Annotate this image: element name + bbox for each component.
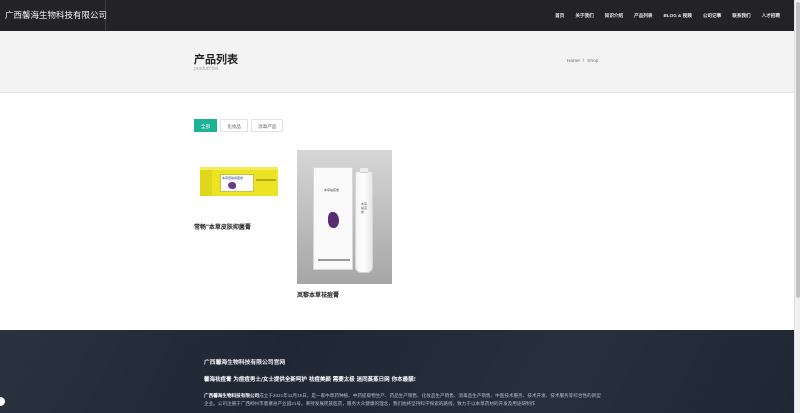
scrollbar-thumb[interactable] (796, 2, 800, 298)
nav-item-blog-video[interactable]: BLOG & 视频 (664, 13, 692, 19)
herb-illustration (228, 182, 236, 189)
filter-cosmetics[interactable]: 化妆品 (220, 119, 248, 132)
filter-disinfection[interactable]: 消毒产品 (251, 119, 284, 132)
product-box-label: 本草皮肤抑菌膏 (222, 176, 244, 180)
nav-item-home[interactable]: 首页 (555, 13, 564, 19)
nav-item-news[interactable]: 公司记事 (703, 13, 721, 19)
nav-item-about[interactable]: 关于我们 (575, 13, 593, 19)
top-navigation-bar: 广西馨海生物科技有限公司 首页 关于我们 知识介绍 产品列表 BLOG & 视频… (0, 0, 794, 31)
page-subtitle: product list (194, 66, 219, 72)
product-image[interactable]: 本草祛痘膏 本草祛痘膏 (297, 150, 392, 284)
footer-title: 广西馨海生物科技有限公司官网 (204, 360, 286, 366)
product-box-graphic: 本草祛痘膏 (313, 167, 353, 270)
product-box-label: 本草祛痘膏 (324, 188, 340, 192)
nav-item-contact[interactable]: 联系我们 (732, 13, 750, 19)
product-name[interactable]: 岚黎本草祛痘膏 (297, 290, 392, 299)
breadcrumb-current: Shop (587, 59, 599, 64)
footer-intro-text: 成立于2021年11月15日，是一家中草药种植、中药提取物生产、药品生产销售、化… (204, 393, 601, 406)
product-card[interactable]: 本草皮肤抑菌膏 常畅"本草皮肤抑菌膏 (194, 150, 284, 231)
page-scrollbar[interactable] (794, 0, 800, 413)
product-box-graphic: 本草皮肤抑菌膏 (200, 167, 278, 196)
product-name[interactable]: 常畅"本草皮肤抑菌膏 (194, 222, 284, 231)
nav-item-products[interactable]: 产品列表 (634, 13, 652, 19)
footer-slogan: 馨海祛痘膏 为痘痘男士/女士提供全新呵护 祛痘美颜 需要太极 迷同蒸蒸日网 你本… (204, 377, 416, 383)
page-title: 产品列表 (194, 54, 238, 66)
breadcrumb-home-link[interactable]: Home (567, 59, 580, 64)
tube-label: 本草祛痘膏 (361, 202, 368, 214)
breadcrumb: Home / Shop (567, 59, 598, 64)
product-card[interactable]: 本草祛痘膏 本草祛痘膏 岚黎本草祛痘膏 (297, 150, 392, 299)
site-footer: 广西馨海生物科技有限公司官网 馨海祛痘膏 为痘痘男士/女士提供全新呵护 祛痘美颜… (0, 330, 794, 413)
site-brand[interactable]: 广西馨海生物科技有限公司 (0, 0, 107, 31)
flower-illustration (328, 212, 339, 228)
product-tube-graphic: 本草祛痘膏 (355, 167, 373, 273)
product-image[interactable]: 本草皮肤抑菌膏 (194, 150, 284, 216)
footer-company-name: 广西馨海生物科技有限公司 (204, 393, 260, 398)
breadcrumb-separator: / (582, 59, 585, 64)
main-nav: 首页 关于我们 知识介绍 产品列表 BLOG & 视频 公司记事 联系我们 人才… (555, 0, 780, 31)
footer-intro: 广西馨海生物科技有限公司成立于2021年11月15日，是一家中草药种植、中药提取… (204, 392, 604, 408)
nav-item-knowledge[interactable]: 知识介绍 (605, 13, 623, 19)
filter-all[interactable]: 全部 (194, 119, 218, 132)
page-banner: 产品列表 product list Home / Shop (0, 31, 794, 93)
nav-item-careers[interactable]: 人才招聘 (762, 13, 780, 19)
category-filters: 全部 化妆品 消毒产品 (194, 119, 284, 132)
